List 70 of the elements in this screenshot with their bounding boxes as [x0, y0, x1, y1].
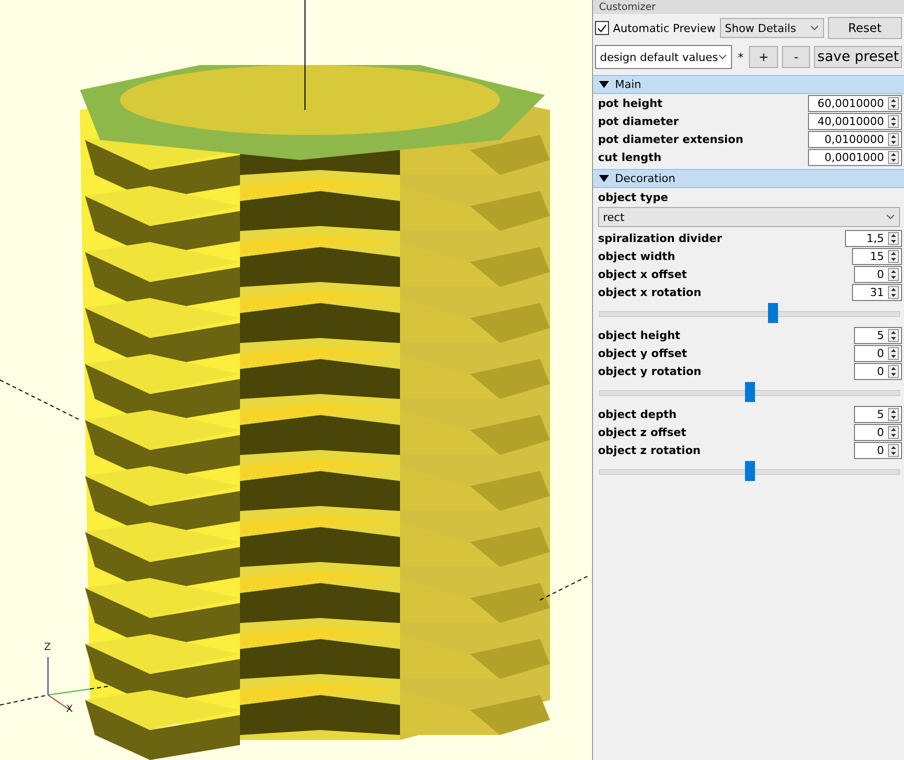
number-spinbox[interactable]: 15	[852, 248, 902, 264]
number-spinbox[interactable]: 0	[854, 442, 902, 458]
number-spinbox[interactable]: 0	[854, 424, 902, 440]
number-spinbox[interactable]: 40,0010000	[808, 112, 902, 130]
number-spinbox[interactable]: 0	[854, 362, 902, 380]
spin-arrows-icon	[888, 286, 899, 298]
spin-arrows-icon	[888, 444, 899, 456]
parameter-label: spiralization divider	[598, 232, 722, 244]
checkbox[interactable]	[595, 21, 609, 35]
axis-label: Z	[44, 642, 51, 653]
parameter-label: object width	[598, 250, 676, 262]
group-header[interactable]: Main	[593, 75, 904, 94]
spin-arrows-icon	[888, 132, 899, 146]
parameter-label: object z offset	[598, 426, 686, 438]
parameter-label: object x offset	[598, 268, 687, 280]
spin-arrows-icon	[888, 150, 899, 164]
spin-arrows-icon	[888, 408, 899, 420]
details-dropdown[interactable]: Show Details	[720, 18, 824, 38]
triangle-down-icon	[599, 174, 609, 182]
3d-viewport[interactable]: Z X	[0, 0, 593, 760]
group-header[interactable]: Decoration	[593, 169, 904, 188]
spin-arrows-icon	[888, 328, 899, 342]
spin-arrows-icon	[888, 250, 899, 262]
slider[interactable]	[599, 461, 900, 481]
slider-thumb[interactable]	[744, 382, 754, 402]
spin-arrows-icon	[888, 232, 899, 244]
parameter-label: cut length	[598, 150, 662, 164]
axis-label: X	[66, 704, 73, 715]
parameter-label: pot diameter extension	[598, 132, 744, 146]
spin-arrows-icon	[888, 364, 899, 378]
checkbox-label: Automatic Preview	[613, 22, 716, 34]
parameter-label: object height	[598, 328, 680, 342]
spin-arrows-icon	[888, 96, 899, 110]
remove-preset-button[interactable]: -	[782, 46, 810, 68]
parameter-label: object x rotation	[598, 286, 702, 298]
number-spinbox[interactable]: 0,0001000	[808, 148, 902, 166]
parameter-label: object z rotation	[598, 444, 701, 456]
modified-mark: *	[736, 50, 744, 64]
number-spinbox[interactable]: 0	[854, 266, 902, 282]
slider[interactable]	[599, 382, 900, 402]
slider-thumb[interactable]	[744, 461, 754, 481]
number-spinbox[interactable]: 31	[852, 284, 902, 300]
panel-title: Customizer	[599, 2, 656, 12]
object-type-dropdown[interactable]: rect	[598, 207, 900, 227]
preset-dropdown[interactable]: design default values	[595, 45, 732, 69]
chevron-down-icon	[810, 25, 819, 31]
slider-thumb[interactable]	[768, 303, 778, 323]
triangle-down-icon	[599, 80, 609, 88]
chevron-down-icon	[886, 214, 895, 220]
number-spinbox[interactable]: 1,5	[845, 230, 902, 246]
save-preset-button[interactable]: save preset	[814, 46, 902, 68]
number-spinbox[interactable]: 0,0100000	[808, 130, 902, 148]
number-spinbox[interactable]: 0	[854, 344, 902, 362]
spin-arrows-icon	[888, 114, 899, 128]
parameter-label: object depth	[598, 408, 677, 420]
parameter-label: pot diameter	[598, 114, 679, 128]
parameter-label: object type	[598, 190, 668, 204]
spin-arrows-icon	[888, 268, 899, 280]
spin-arrows-icon	[888, 426, 899, 438]
number-spinbox[interactable]: 5	[854, 326, 902, 344]
slider[interactable]	[599, 303, 900, 323]
parameter-label: object y rotation	[598, 364, 702, 378]
parameter-label: pot height	[598, 96, 663, 110]
number-spinbox[interactable]: 60,0010000	[808, 94, 902, 112]
add-preset-button[interactable]: +	[749, 46, 778, 68]
parameter-label: object y offset	[598, 346, 688, 360]
reset-button[interactable]: Reset	[828, 17, 902, 39]
number-spinbox[interactable]: 5	[854, 406, 902, 422]
spin-arrows-icon	[888, 346, 899, 360]
chevron-down-icon	[718, 54, 727, 60]
